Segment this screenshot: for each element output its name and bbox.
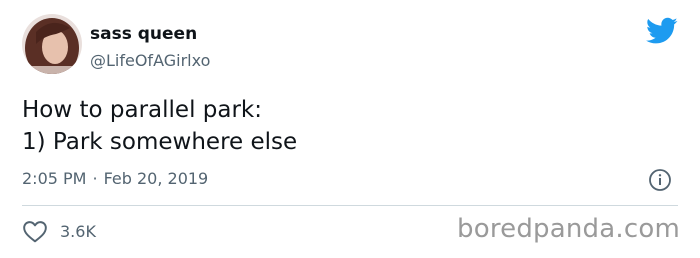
- tweet-time[interactable]: 2:05 PM: [22, 169, 86, 188]
- tweet-date[interactable]: Feb 20, 2019: [104, 169, 209, 188]
- source-watermark: boredpanda.com: [457, 214, 680, 244]
- like-count: 3.6K: [60, 221, 96, 241]
- author-display-name[interactable]: sass queen: [90, 24, 197, 44]
- timestamp-separator: ·: [92, 169, 98, 188]
- info-icon[interactable]: [648, 168, 672, 192]
- tweet-timestamp[interactable]: 2:05 PM · Feb 20, 2019: [22, 169, 208, 188]
- heart-icon[interactable]: [22, 219, 48, 243]
- avatar[interactable]: [22, 14, 82, 74]
- tweet-text: How to parallel park: 1) Park somewhere …: [22, 97, 298, 155]
- avatar-photo: [22, 14, 82, 74]
- divider: [22, 205, 678, 206]
- author-handle[interactable]: @LifeOfAGirlxo: [90, 51, 210, 70]
- like-button[interactable]: 3.6K: [22, 219, 96, 243]
- twitter-bird-icon[interactable]: [646, 17, 678, 45]
